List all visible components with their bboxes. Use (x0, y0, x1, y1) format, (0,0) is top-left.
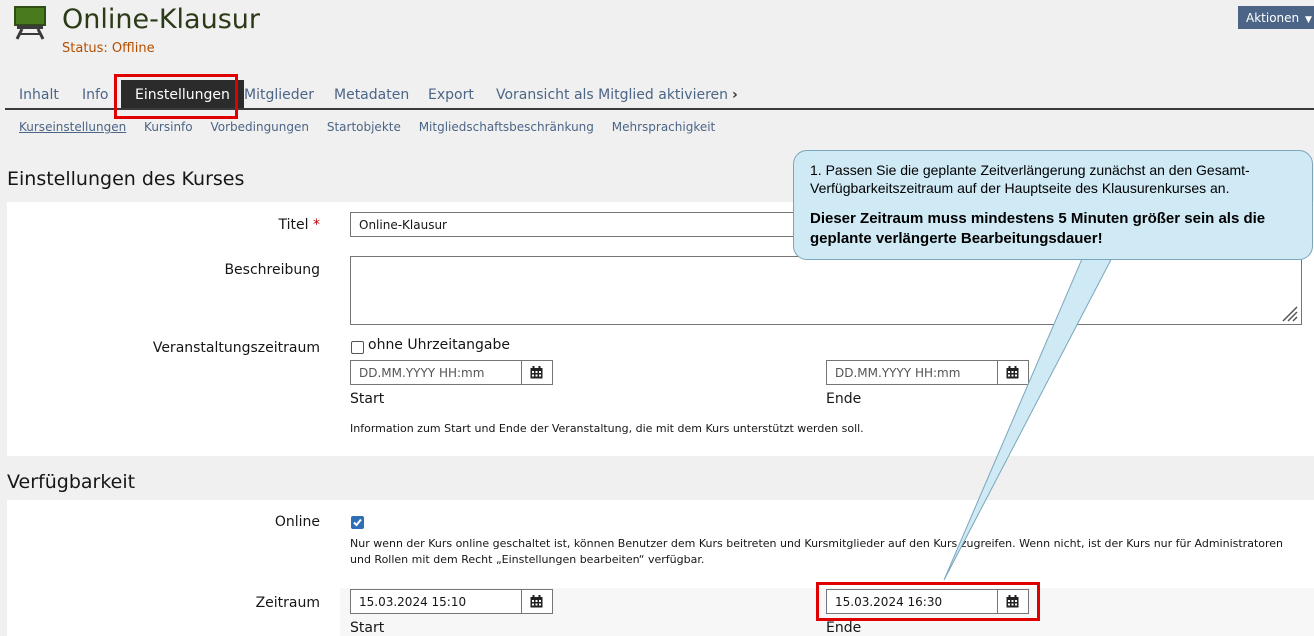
no-time-label: ohne Uhrzeitangabe (368, 337, 511, 353)
availability-end-input[interactable] (827, 590, 998, 613)
status-text: Status: Offline (62, 41, 155, 56)
calendar-icon[interactable] (521, 361, 552, 384)
tab-voransicht[interactable]: Voransicht als Mitglied aktivieren › (482, 80, 752, 108)
event-start-label: Start (350, 391, 385, 407)
description-textarea[interactable] (350, 256, 1302, 325)
tab-inhalt[interactable]: Inhalt (5, 80, 73, 108)
subtab-mehrsprachigkeit[interactable]: Mehrsprachigkeit (612, 120, 716, 134)
no-time-checkbox[interactable] (351, 341, 364, 354)
actions-dropdown-button[interactable]: Aktionen ▼ (1238, 6, 1314, 29)
checkmark-icon (353, 518, 362, 527)
tab-export[interactable]: Export (414, 80, 488, 108)
callout-warning-text: Dieser Zeitraum muss mindestens 5 Minute… (810, 210, 1266, 247)
resize-grip-icon[interactable] (1280, 304, 1298, 322)
availability-start-label: Start (350, 620, 385, 636)
tab-voransicht-label: Voransicht als Mitglied aktivieren (496, 87, 729, 103)
page-header: Online-Klausur Status: Offline Aktionen … (0, 0, 1314, 80)
online-info: Nur wenn der Kurs online geschaltet ist,… (350, 537, 1284, 566)
availability-period-label: Zeitraum (255, 595, 320, 611)
calendar-icon[interactable] (521, 590, 552, 613)
event-period-label: Veranstaltungszeitraum (152, 340, 320, 356)
tab-einstellungen[interactable]: Einstellungen (121, 80, 244, 108)
instruction-callout: 1. Passen Sie die geplante Zeitverlänger… (793, 150, 1313, 260)
description-label: Beschreibung (224, 262, 320, 278)
chevron-right-icon: › (732, 87, 738, 103)
online-label: Online (274, 514, 320, 530)
subtab-mitgliedschaftsbeschraenkung[interactable]: Mitgliedschaftsbeschränkung (419, 120, 594, 134)
event-period-info: Information zum Start und Ende der Veran… (350, 422, 864, 435)
callout-step-text: 1. Passen Sie die geplante Zeitverlänger… (810, 162, 1250, 196)
title-label: Titel * (7, 217, 320, 233)
course-board-icon (14, 6, 46, 40)
page-title: Online-Klausur (62, 4, 260, 35)
availability-start-input[interactable] (351, 590, 522, 613)
subtab-kurseinstellungen[interactable]: Kurseinstellungen (19, 120, 126, 134)
section-title-course-settings: Einstellungen des Kurses (7, 168, 245, 190)
caret-down-icon: ▼ (1304, 14, 1312, 25)
tab-metadaten[interactable]: Metadaten (320, 80, 423, 108)
availability-end-label: Ende (826, 620, 862, 636)
title-label-text: Titel (278, 217, 309, 233)
availability-end-date-group (826, 589, 1029, 614)
tab-mitglieder[interactable]: Mitglieder (230, 80, 328, 108)
sub-tabs: Kurseinstellungen Kursinfo Vorbedingunge… (19, 120, 729, 134)
actions-label: Aktionen (1246, 10, 1300, 25)
section-title-availability: Verfügbarkeit (7, 471, 136, 493)
availability-start-date-group (350, 589, 553, 614)
subtab-startobjekte[interactable]: Startobjekte (327, 120, 401, 134)
callout-pointer (943, 251, 1116, 581)
online-checkbox[interactable] (351, 516, 364, 529)
tab-info[interactable]: Info (68, 80, 123, 108)
event-start-date-group (350, 360, 553, 385)
subtab-kursinfo[interactable]: Kursinfo (144, 120, 193, 134)
main-tabs: Inhalt Info Einstellungen Mitglieder Met… (5, 80, 1314, 110)
subtab-vorbedingungen[interactable]: Vorbedingungen (210, 120, 309, 134)
required-mark: * (313, 217, 320, 233)
calendar-icon[interactable] (997, 590, 1028, 613)
event-start-input[interactable] (351, 361, 522, 384)
event-end-label: Ende (826, 391, 862, 407)
